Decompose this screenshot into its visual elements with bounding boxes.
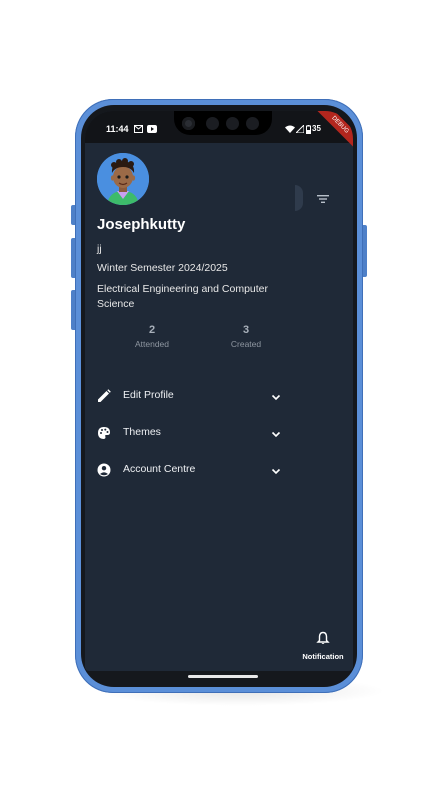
- sensor: [206, 117, 219, 130]
- sensor: [246, 117, 259, 130]
- battery-percent: 35: [312, 124, 321, 133]
- sensor: [226, 117, 239, 130]
- drawer-handle[interactable]: [295, 185, 303, 211]
- youtube-icon: [147, 125, 157, 135]
- filter-icon[interactable]: [315, 191, 331, 207]
- avatar-illustration: [97, 153, 149, 205]
- profile-handle: jj: [97, 243, 102, 255]
- battery-icon: [306, 125, 311, 136]
- stat-created[interactable]: 3 Created: [211, 324, 281, 349]
- menu-item-edit-profile[interactable]: Edit Profile: [97, 387, 282, 409]
- notification-label: Notification: [302, 652, 344, 661]
- chevron-down-icon: [270, 427, 282, 439]
- app-screen: 11:44 35 DEBUG Josephkutty jj Winter Sem…: [85, 111, 353, 671]
- menu-item-account-centre[interactable]: Account Centre: [97, 461, 282, 483]
- avatar[interactable]: [97, 153, 149, 205]
- wifi-icon: [285, 125, 295, 135]
- notification-button[interactable]: Notification: [295, 631, 351, 661]
- bell-icon: [316, 631, 330, 649]
- menu-item-label: Themes: [123, 426, 161, 438]
- phone-bezel: 11:44 35 DEBUG Josephkutty jj Winter Sem…: [81, 105, 357, 687]
- home-indicator[interactable]: [188, 675, 258, 678]
- camera-notch: [174, 111, 272, 135]
- stat-label: Attended: [134, 339, 170, 349]
- profile-department: Electrical Engineering and Computer Scie…: [97, 283, 269, 310]
- phone-frame: 11:44 35 DEBUG Josephkutty jj Winter Sem…: [75, 99, 363, 693]
- account-circle-icon: [97, 463, 111, 477]
- chevron-down-icon: [270, 464, 282, 476]
- menu-item-themes[interactable]: Themes: [97, 424, 282, 446]
- status-time: 11:44: [106, 124, 129, 134]
- profile-semester: Winter Semester 2024/2025: [97, 262, 228, 274]
- profile-name: Josephkutty: [97, 216, 186, 233]
- palette-icon: [97, 426, 111, 440]
- menu-item-label: Account Centre: [123, 463, 196, 475]
- stat-attended[interactable]: 2 Attended: [117, 324, 187, 349]
- signal-icon: [294, 123, 305, 135]
- menu-item-label: Edit Profile: [123, 389, 174, 401]
- pencil-icon: [97, 389, 111, 403]
- camera-lens: [182, 117, 195, 130]
- mail-icon: [134, 125, 143, 135]
- chevron-down-icon: [270, 390, 282, 402]
- stat-label: Created: [230, 339, 262, 349]
- stat-value: 2: [148, 324, 156, 336]
- stat-value: 3: [242, 324, 250, 336]
